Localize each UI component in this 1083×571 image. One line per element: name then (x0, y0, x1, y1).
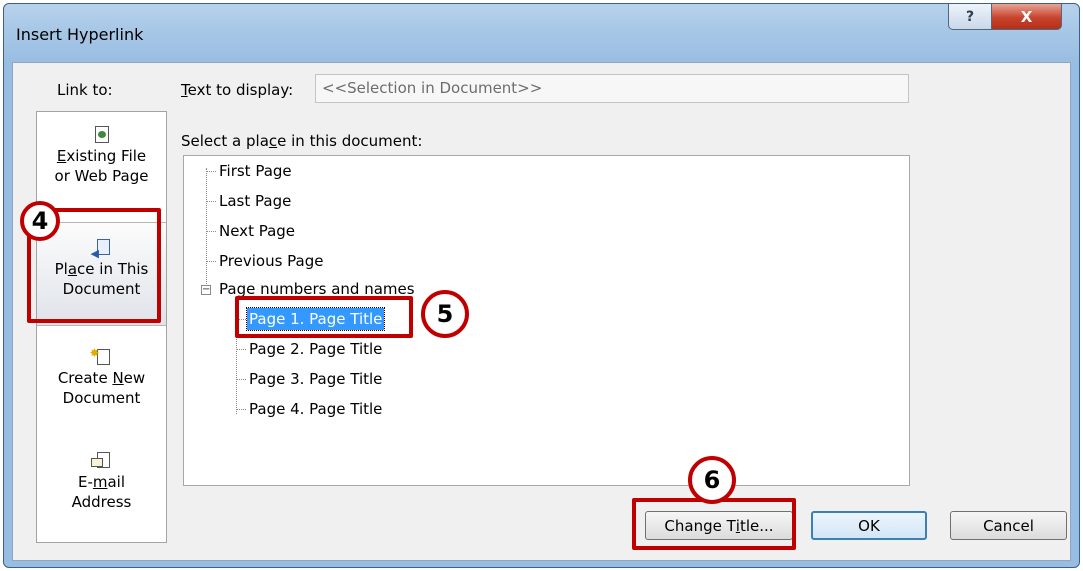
tree-item-previous-page[interactable]: Previous Page (217, 250, 325, 272)
tree-item-page-4[interactable]: Page 4. Page Title (247, 398, 384, 420)
callout-box-6 (632, 498, 796, 550)
text-to-display-label: Text to display: (181, 81, 294, 99)
sidebar-item-label-line2: or Web Page (54, 167, 149, 185)
tree-item-page-3[interactable]: Page 3. Page Title (247, 368, 384, 390)
insert-hyperlink-dialog: Insert Hyperlink ? X Link to: Existing F… (3, 3, 1080, 568)
new-document-icon: ✸ (90, 346, 110, 366)
callout-number-4: 4 (20, 201, 60, 241)
email-address-icon (90, 452, 110, 470)
callout-box-5 (235, 296, 413, 338)
sidebar-item-label-line2: Address (71, 493, 132, 511)
tree-item-page-2[interactable]: Page 2. Page Title (247, 338, 384, 360)
cancel-button[interactable]: Cancel (950, 511, 1067, 540)
sidebar-item-existing-file[interactable]: Existing File or Web Page (37, 126, 166, 186)
link-to-label: Link to: (57, 81, 113, 99)
ok-button[interactable]: OK (811, 511, 927, 540)
title-bar: Insert Hyperlink ? X (4, 4, 1079, 62)
existing-file-icon (94, 126, 110, 144)
sidebar-item-email-address[interactable]: E-mail Address (37, 452, 166, 512)
close-icon: X (1020, 7, 1033, 26)
link-to-sidebar: Existing File or Web Page ◀ Place in Thi… (36, 111, 167, 543)
text-to-display-input[interactable]: <<Selection in Document>> (315, 74, 909, 103)
collapse-icon[interactable]: − (201, 285, 211, 295)
sidebar-item-create-new-document[interactable]: ✸ Create New Document (37, 346, 166, 408)
callout-number-5: 5 (421, 290, 469, 338)
sidebar-item-label: E-mail (77, 473, 126, 491)
close-button[interactable]: X (991, 4, 1062, 30)
help-icon: ? (965, 8, 975, 25)
help-button[interactable]: ? (948, 4, 992, 30)
dialog-title: Insert Hyperlink (16, 25, 144, 44)
select-place-label: Select a place in this document: (181, 132, 423, 150)
tree-item-next-page[interactable]: Next Page (217, 220, 297, 242)
sidebar-item-label: Existing File (56, 147, 147, 165)
callout-number-6: 6 (688, 456, 736, 504)
tree-item-last-page[interactable]: Last Page (217, 190, 293, 212)
dialog-body: Link to: Existing File or Web Page ◀ Pla… (12, 62, 1071, 561)
tree-item-first-page[interactable]: First Page (217, 160, 294, 182)
sidebar-item-label-line2: Document (62, 389, 141, 407)
sidebar-item-label: Create New (57, 369, 146, 387)
